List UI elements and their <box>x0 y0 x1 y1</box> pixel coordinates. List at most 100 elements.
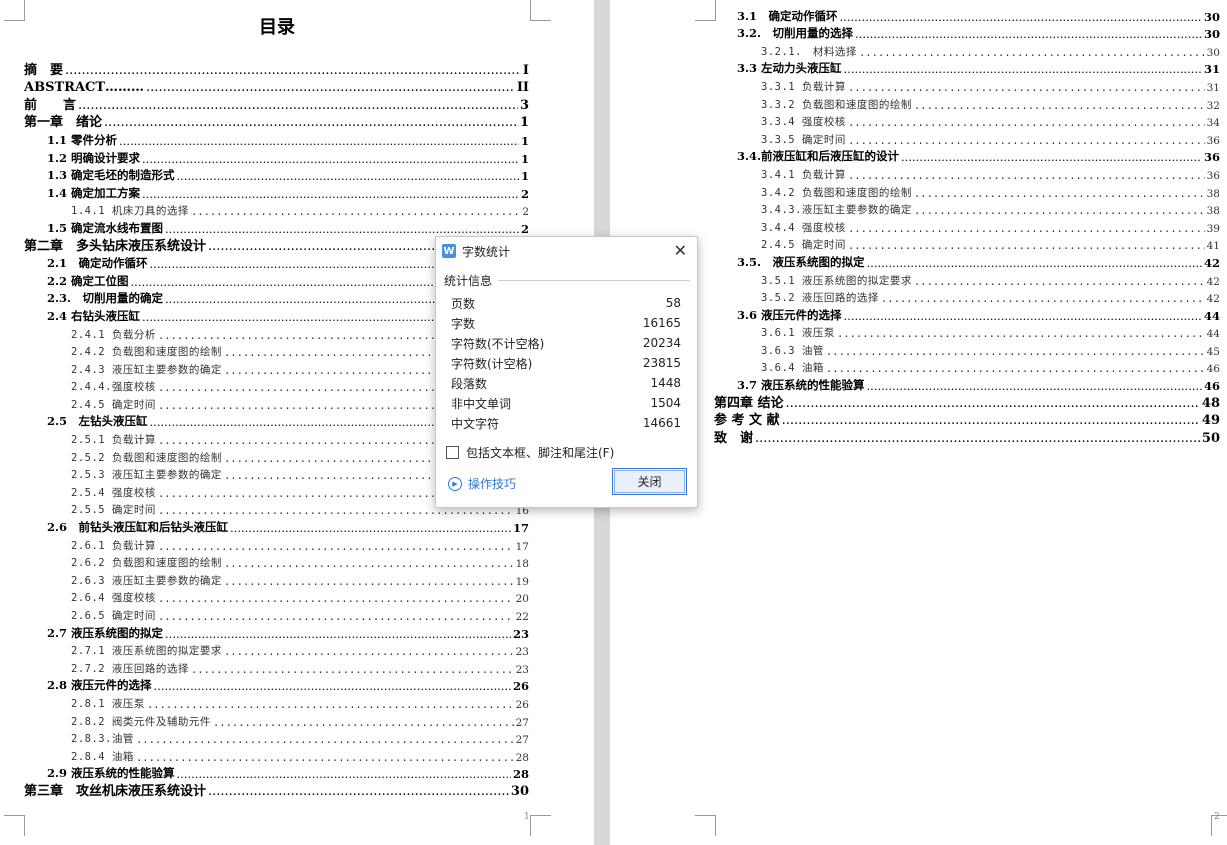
section-divider <box>498 280 690 281</box>
toc-entry[interactable]: 2.8 液压元件的选择 26 <box>24 676 529 693</box>
section-label: 统计信息 <box>444 274 493 288</box>
toc-entry[interactable]: 3.3.5 确定时间 36 <box>714 129 1220 147</box>
toc-entry[interactable]: 致 谢 50 <box>714 428 1220 446</box>
toc-entry[interactable]: 3.7 液压系统的性能验算 46 <box>714 375 1220 393</box>
toc-entry-page: 41 <box>1206 240 1220 253</box>
toc-entry[interactable]: 3.3 左动力头液压缸 31 <box>714 59 1220 76</box>
toc-entry[interactable]: 3.3.4 强度校核 34 <box>714 112 1220 129</box>
toc-entry[interactable]: 参 考 文 献 49 <box>714 411 1220 428</box>
stat-value: 23815 <box>642 356 681 370</box>
toc-leader-dots <box>786 396 1200 411</box>
toc-entry[interactable]: 3.2.1. 材料选择 30 <box>714 41 1220 59</box>
toc-entry-page: 23 <box>515 646 529 659</box>
toc-entry[interactable]: 2.6.1 负载计算 17 <box>24 535 529 553</box>
toc-entry[interactable]: 1.5 确定流水线布置图 2 <box>24 218 529 236</box>
toc-entry[interactable]: 摘 要I <box>24 60 529 78</box>
stat-label: 非中文单词 <box>451 396 512 411</box>
toc-entry-page: 23 <box>515 663 529 676</box>
toc-entry-title: 2.7.2 液压回路的选择 <box>71 662 189 675</box>
toc-entry[interactable]: 3.5. 液压系统图的拟定 42 <box>714 252 1220 270</box>
toc-leader-dots <box>177 169 519 183</box>
toc-entry-page: 38 <box>1206 205 1220 218</box>
toc-leader-dots <box>782 413 1200 428</box>
toc-entry[interactable]: 2.8.1 液压泵 26 <box>24 693 529 711</box>
toc-entry-title: 2.5.2 负载图和速度图的绘制 <box>71 451 222 464</box>
toc-entry[interactable]: 1.4 确定加工方案 2 <box>24 183 529 201</box>
toc-entry-title: 1.4.1 机床刀具的选择 <box>71 205 189 218</box>
toc-entry[interactable]: 2.8.3.油管 27 <box>24 729 529 747</box>
toc-entry[interactable]: 3.4.3.液压缸主要参数的确定 38 <box>714 200 1220 218</box>
toc-entry[interactable]: 3.3.2 负载图和速度图的绘制 32 <box>714 94 1220 112</box>
toc-entry-title: 2.8.4 油箱 <box>71 750 134 763</box>
toc-entry[interactable]: 3.6.4 油箱 46 <box>714 358 1220 376</box>
toc-entry[interactable]: 2.8.2 阀类元件及辅助元件 27 <box>24 711 529 729</box>
toc-entry-title: 3.5.2 液压回路的选择 <box>761 292 879 305</box>
toc-entry[interactable]: 3.3.1 负载计算 31 <box>714 76 1220 94</box>
toc-leader-dots <box>848 170 1205 182</box>
toc-entry[interactable]: 2.6.2 负载图和速度图的绘制 18 <box>24 553 529 570</box>
toc-leader-dots <box>848 135 1205 147</box>
toc-entry[interactable]: 2.6 前钻头液压缸和后钻头液压缸 17 <box>24 517 529 535</box>
toc-leader-dots <box>208 784 509 799</box>
dialog-titlebar[interactable]: W 字数统计 ✕ <box>436 237 697 265</box>
stat-label: 字数 <box>451 316 476 331</box>
toc-entry[interactable]: 3.4.2 负载图和速度图的绘制 38 <box>714 182 1220 200</box>
toc-entry[interactable]: 2.4.5 确定时间 41 <box>714 235 1220 253</box>
page-number: 2 <box>1214 812 1220 822</box>
tips-link[interactable]: ▶ 操作技巧 <box>448 475 516 492</box>
toc-entry[interactable]: 第一章 绪论 1 <box>24 113 529 130</box>
close-icon[interactable]: ✕ <box>674 241 687 260</box>
toc-entry[interactable]: 第三章 攻丝机床液压系统设计 30 <box>24 781 529 799</box>
toc-entry[interactable]: 3.4.1 负载计算 36 <box>714 164 1220 182</box>
toc-entry[interactable]: 3.6 液压元件的选择 44 <box>714 305 1220 323</box>
crop-mark <box>4 815 25 836</box>
checkbox-box[interactable] <box>446 446 459 459</box>
toc-leader-dots <box>914 100 1205 112</box>
toc-entry[interactable]: 前 言 3 <box>24 95 529 113</box>
toc-entry-page: 27 <box>515 734 529 747</box>
toc-entry-page: 17 <box>515 540 529 553</box>
toc-entry[interactable]: 1.3 确定毛坯的制造形式 1 <box>24 166 529 183</box>
close-button[interactable]: 关闭 <box>612 468 687 495</box>
toc-entry[interactable]: 2.9 液压系统的性能验算 28 <box>24 764 529 781</box>
toc-entry-title: 2.5.4 强度校核 <box>71 486 156 499</box>
toc-entry[interactable]: 2.6.5 确定时间 22 <box>24 605 529 623</box>
toc-entry[interactable]: 3.6.1 液压泵 44 <box>714 323 1220 340</box>
toc-entry[interactable]: 3.5.1 液压系统图的拟定要求 42 <box>714 270 1220 288</box>
stat-value: 20234 <box>642 336 681 350</box>
toc-entry[interactable]: 2.8.4 油箱 28 <box>24 746 529 764</box>
toc-entry[interactable]: 2.7.2 液压回路的选择 23 <box>24 658 529 676</box>
toc-title: 目录 <box>259 17 295 38</box>
toc-entry[interactable]: 2.6.4 强度校核 20 <box>24 588 529 605</box>
toc-entry[interactable]: 2.6.3 液压缸主要参数的确定 19 <box>24 570 529 588</box>
toc-entry[interactable]: 1.1 零件分析 1 <box>24 130 529 148</box>
toc-entry-page: II <box>516 80 529 96</box>
toc-entry[interactable]: 3.5.2 液压回路的选择 42 <box>714 288 1220 305</box>
toc-leader-dots <box>158 541 514 553</box>
toc-entry[interactable]: ABSTRACT……… II <box>24 78 529 96</box>
toc-entry[interactable]: 3.1 确定动作循环 30 <box>714 6 1220 24</box>
toc-entry-title: 2.5.1 负载计算 <box>71 434 156 447</box>
toc-entry[interactable]: 3.4.4 强度校核 39 <box>714 217 1220 235</box>
toc-entry[interactable]: 2.7 液压系统图的拟定 23 <box>24 623 529 641</box>
toc-entry-title: 2.7 液压系统图的拟定 <box>47 625 164 640</box>
toc-entry-title: ABSTRACT……… <box>24 80 145 96</box>
toc-entry[interactable]: 3.4.前液压缸和后液压缸的设计 36 <box>714 147 1220 164</box>
include-textbox-checkbox[interactable]: 包括文本框、脚注和尾注(F) <box>446 444 614 461</box>
toc-entry[interactable]: 2.7.1 液压系统图的拟定要求 23 <box>24 641 529 659</box>
toc-entry-title: 2.8.2 阀类元件及辅助元件 <box>71 715 211 728</box>
toc-entry-page: 1 <box>520 133 529 148</box>
toc-leader-dots <box>826 346 1205 358</box>
toc-leader-dots <box>914 188 1205 200</box>
toc-entry[interactable]: 第四章 结论 48 <box>714 393 1220 411</box>
toc-entry-title: 2.6.4 强度校核 <box>71 592 156 605</box>
toc-entry-title: 2.4.3 液压缸主要参数的确定 <box>71 363 222 376</box>
toc-entry-page: 46 <box>1206 363 1220 376</box>
toc-entry[interactable]: 3.2. 切削用量的选择 30 <box>714 24 1220 41</box>
toc-entry[interactable]: 1.4.1 机床刀具的选择 2 <box>24 201 529 218</box>
toc-leader-dots <box>855 27 1202 41</box>
toc-entry[interactable]: 1.2 明确设计要求 1 <box>24 148 529 166</box>
toc-entry[interactable]: 3.6.3 油管 45 <box>714 340 1220 358</box>
toc-entry-page: 48 <box>1201 395 1220 411</box>
toc-entry-page: 32 <box>1206 99 1220 112</box>
